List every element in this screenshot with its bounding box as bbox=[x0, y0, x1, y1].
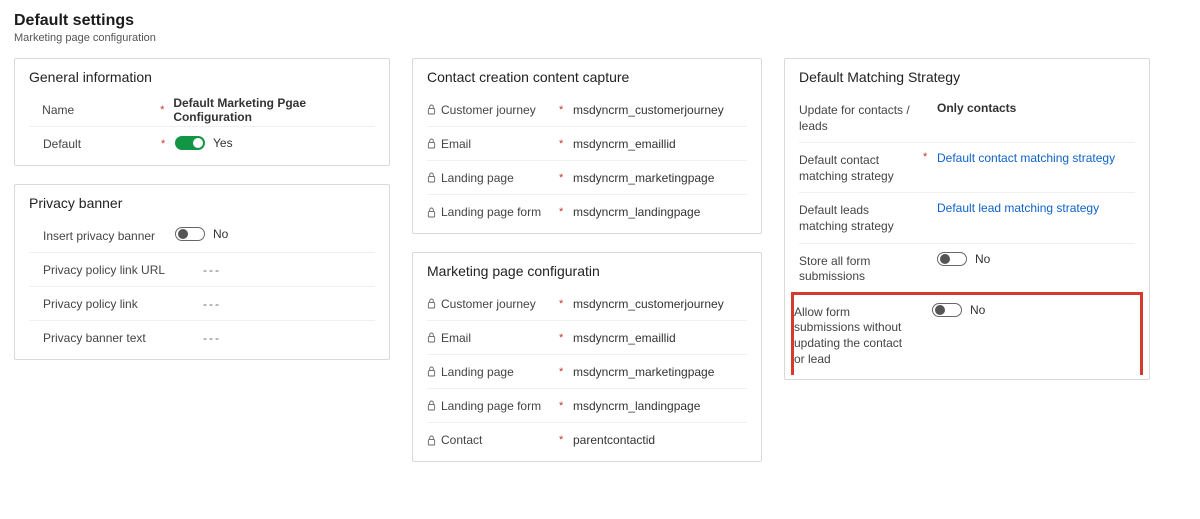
privacy-url-label: Privacy policy link URL bbox=[43, 263, 203, 277]
lock-icon bbox=[427, 138, 441, 149]
store-submissions-toggle[interactable]: No bbox=[937, 252, 990, 266]
required-icon: * bbox=[559, 104, 573, 116]
privacy-link-value[interactable]: --- bbox=[203, 297, 375, 311]
privacy-text-value[interactable]: --- bbox=[203, 331, 375, 345]
contact-capture-label: Email bbox=[441, 137, 559, 151]
privacy-banner-card: Privacy banner Insert privacy banner No … bbox=[14, 184, 390, 360]
required-icon: * bbox=[559, 206, 573, 218]
marketing-page-value[interactable]: msdyncrm_marketingpage bbox=[573, 365, 747, 379]
lock-icon bbox=[427, 400, 441, 411]
marketing-page-row: Customer journey*msdyncrm_customerjourne… bbox=[427, 287, 747, 321]
marketing-page-row: Contact*parentcontactid bbox=[427, 423, 747, 457]
marketing-page-value[interactable]: parentcontactid bbox=[573, 433, 747, 447]
update-for-label: Update for contacts / leads bbox=[799, 101, 923, 134]
contact-capture-label: Landing page bbox=[441, 171, 559, 185]
privacy-text-label: Privacy banner text bbox=[43, 331, 203, 345]
contact-capture-value[interactable]: msdyncrm_landingpage bbox=[573, 205, 747, 219]
default-contact-strategy-label: Default contact matching strategy bbox=[799, 151, 923, 184]
store-submissions-toggle-label: No bbox=[975, 252, 990, 266]
privacy-url-value[interactable]: --- bbox=[203, 263, 375, 277]
contact-capture-value[interactable]: msdyncrm_customerjourney bbox=[573, 103, 747, 117]
contact-capture-value[interactable]: msdyncrm_marketingpage bbox=[573, 171, 747, 185]
required-icon: * bbox=[559, 172, 573, 184]
update-for-value[interactable]: Only contacts bbox=[937, 101, 1135, 115]
card-title-contact-capture: Contact creation content capture bbox=[427, 69, 747, 85]
card-title-general: General information bbox=[29, 69, 375, 85]
lock-icon bbox=[427, 172, 441, 183]
lock-icon bbox=[427, 435, 441, 446]
matching-strategy-card: Default Matching Strategy Update for con… bbox=[784, 58, 1150, 380]
required-icon: * bbox=[923, 151, 937, 163]
allow-form-submissions-toggle-label: No bbox=[970, 303, 985, 317]
lock-icon bbox=[427, 207, 441, 218]
card-title-matching: Default Matching Strategy bbox=[799, 69, 1135, 85]
required-icon: * bbox=[559, 400, 573, 412]
allow-form-submissions-label: Allow form submissions without updating … bbox=[794, 303, 918, 367]
required-icon: * bbox=[160, 104, 173, 116]
allow-form-submissions-toggle[interactable]: No bbox=[932, 303, 985, 317]
marketing-page-value[interactable]: msdyncrm_customerjourney bbox=[573, 297, 747, 311]
required-icon: * bbox=[559, 332, 573, 344]
default-lead-strategy-label: Default leads matching strategy bbox=[799, 201, 923, 234]
required-icon: * bbox=[559, 298, 573, 310]
card-title-privacy: Privacy banner bbox=[29, 195, 375, 211]
card-title-marketing-page: Marketing page configuratin bbox=[427, 263, 747, 279]
contact-capture-card: Contact creation content capture Custome… bbox=[412, 58, 762, 234]
contact-capture-row: Landing page*msdyncrm_marketingpage bbox=[427, 161, 747, 195]
contact-capture-row: Customer journey*msdyncrm_customerjourne… bbox=[427, 93, 747, 127]
store-submissions-label: Store all form submissions bbox=[799, 252, 923, 285]
lock-icon bbox=[427, 298, 441, 309]
name-label: Name bbox=[42, 103, 160, 117]
contact-capture-row: Email*msdyncrm_emaillid bbox=[427, 127, 747, 161]
insert-privacy-toggle[interactable]: No bbox=[175, 227, 228, 241]
marketing-page-value[interactable]: msdyncrm_landingpage bbox=[573, 399, 747, 413]
default-lead-strategy-link[interactable]: Default lead matching strategy bbox=[937, 201, 1135, 215]
contact-capture-row: Landing page form*msdyncrm_landingpage bbox=[427, 195, 747, 229]
marketing-page-label: Landing page bbox=[441, 365, 559, 379]
marketing-page-label: Email bbox=[441, 331, 559, 345]
name-value[interactable]: Default Marketing Pgae Configuration bbox=[173, 96, 375, 124]
marketing-page-row: Landing page form*msdyncrm_landingpage bbox=[427, 389, 747, 423]
page-title: Default settings bbox=[14, 12, 1186, 30]
default-label: Default bbox=[43, 137, 161, 151]
privacy-link-label: Privacy policy link bbox=[43, 297, 203, 311]
required-icon: * bbox=[559, 366, 573, 378]
insert-privacy-toggle-label: No bbox=[213, 227, 228, 241]
marketing-page-label: Customer journey bbox=[441, 297, 559, 311]
contact-capture-value[interactable]: msdyncrm_emaillid bbox=[573, 137, 747, 151]
general-information-card: General information Name * Default Marke… bbox=[14, 58, 390, 166]
default-toggle[interactable]: Yes bbox=[175, 136, 233, 150]
default-contact-strategy-link[interactable]: Default contact matching strategy bbox=[937, 151, 1135, 165]
insert-privacy-label: Insert privacy banner bbox=[43, 229, 161, 243]
lock-icon bbox=[427, 366, 441, 377]
required-icon: * bbox=[559, 138, 573, 150]
lock-icon bbox=[427, 332, 441, 343]
lock-icon bbox=[427, 104, 441, 115]
contact-capture-label: Landing page form bbox=[441, 205, 559, 219]
marketing-page-row: Landing page*msdyncrm_marketingpage bbox=[427, 355, 747, 389]
required-icon: * bbox=[161, 138, 175, 150]
default-toggle-label: Yes bbox=[213, 136, 233, 150]
marketing-page-label: Contact bbox=[441, 433, 559, 447]
page-subtitle: Marketing page configuration bbox=[14, 32, 1186, 44]
marketing-page-value[interactable]: msdyncrm_emaillid bbox=[573, 331, 747, 345]
marketing-page-card: Marketing page configuratin Customer jou… bbox=[412, 252, 762, 462]
required-icon: * bbox=[559, 434, 573, 446]
marketing-page-row: Email*msdyncrm_emaillid bbox=[427, 321, 747, 355]
allow-form-submissions-row: Allow form submissions without updating … bbox=[791, 292, 1143, 375]
marketing-page-label: Landing page form bbox=[441, 399, 559, 413]
contact-capture-label: Customer journey bbox=[441, 103, 559, 117]
